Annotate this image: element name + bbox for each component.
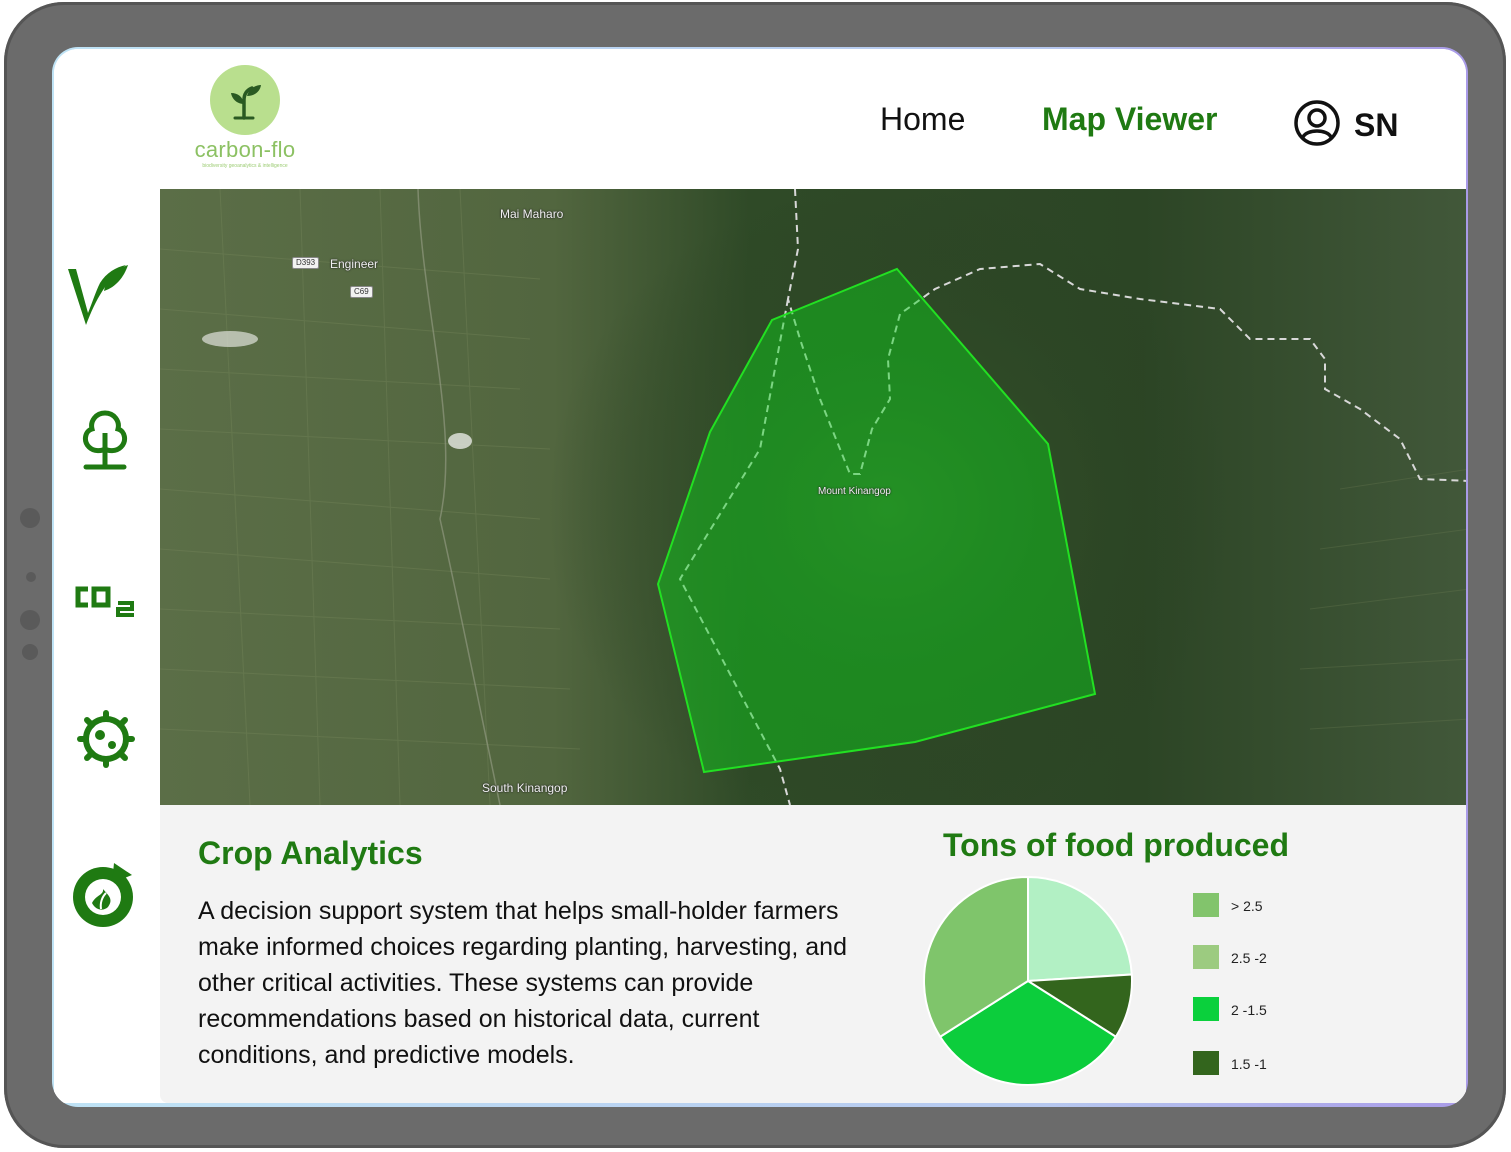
logo-name: carbon-flo (194, 137, 296, 162)
legend-item: 2 -1.5 (1193, 997, 1333, 1023)
nav-map-viewer-link[interactable]: Map Viewer (1042, 101, 1217, 138)
legend-swatch (1193, 945, 1219, 969)
crop-analytics-panel: Crop Analytics A decision support system… (160, 805, 1466, 1103)
road-badge-d393: D393 (292, 257, 320, 269)
top-header: carbon-flo biodiversity geoanalytics & i… (54, 49, 1466, 189)
nav-home-link[interactable]: Home (880, 101, 965, 138)
legend-item: > 2.5 (1193, 893, 1333, 919)
side-button (20, 610, 40, 630)
map-label-mai-maharo: Mai Maharo (500, 207, 564, 221)
app-window: carbon-flo biodiversity geoanalytics & i… (54, 49, 1466, 1103)
co2-icon (75, 586, 134, 617)
sprout-logo-icon (210, 65, 280, 135)
user-account-icon[interactable] (1293, 99, 1341, 147)
logo[interactable]: carbon-flo biodiversity geoanalytics & i… (180, 65, 310, 169)
recycle-plant-icon (73, 863, 133, 927)
sidebar-item-carbon[interactable] (74, 585, 140, 619)
sidebar-item-vegetation[interactable] (66, 259, 132, 329)
map-canvas[interactable] (160, 189, 1466, 805)
map-label-engineer: Engineer (330, 257, 379, 271)
panel-title: Crop Analytics (198, 835, 423, 871)
legend-swatch (1193, 893, 1219, 917)
legend-item: 2.5 -2 (1193, 945, 1333, 971)
pie-slice (1027, 875, 1133, 983)
tree-icon (82, 410, 128, 470)
legend-swatch (1193, 1051, 1219, 1075)
sidebar-item-forest[interactable] (78, 409, 132, 471)
legend-label: 1.5 -1 (1231, 1056, 1267, 1072)
satellite-map[interactable]: Mai Maharo D393 Engineer C69 Mount Kinan… (160, 189, 1466, 805)
user-initials[interactable]: SN (1354, 107, 1398, 144)
panel-description: A decision support system that helps sma… (198, 897, 847, 1069)
screen: carbon-flo biodiversity geoanalytics & i… (52, 47, 1468, 1107)
side-button (20, 508, 40, 528)
side-button (26, 572, 36, 582)
road-badge-c69: C69 (350, 286, 373, 298)
map-label-south-kinangop: South Kinangop (482, 781, 568, 795)
legend-swatch (1193, 997, 1219, 1021)
microbe-icon (77, 710, 135, 768)
logo-tagline: biodiversity geoanalytics & intelligence (202, 163, 288, 169)
legend-label: > 2.5 (1231, 898, 1263, 914)
legend-label: 2.5 -2 (1231, 950, 1267, 966)
sidebar-item-sustainability[interactable] (70, 859, 136, 929)
side-button (22, 644, 38, 660)
legend-label: 2 -1.5 (1231, 1002, 1267, 1018)
sidebar-item-biodiversity[interactable] (76, 709, 136, 769)
pie-chart (923, 875, 1133, 1086)
leaf-v-icon (68, 265, 128, 325)
legend-item: 1.5 -1 (1193, 1051, 1333, 1077)
sidebar (54, 189, 160, 1103)
map-label-mount-kinangop: Mount Kinangop (818, 486, 891, 497)
chart-title: Tons of food produced (943, 827, 1290, 863)
